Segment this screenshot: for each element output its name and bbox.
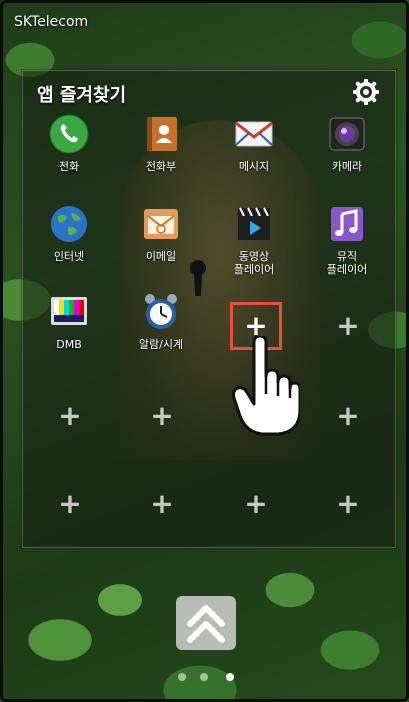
page-indicator xyxy=(178,673,248,683)
app-label: 동영상 플레이어 xyxy=(214,250,294,276)
camera-icon xyxy=(329,117,365,151)
app-email[interactable]: 이메일 xyxy=(121,204,201,284)
pointing-hand-icon xyxy=(232,336,300,436)
app-label: 전화 xyxy=(58,160,80,173)
add-slot-button[interactable]: + xyxy=(50,396,90,436)
app-dmb[interactable]: DMB xyxy=(29,292,109,372)
app-label: 알람/시계 xyxy=(138,338,184,351)
email-icon xyxy=(144,209,178,239)
app-label: 뮤직 플레이어 xyxy=(307,250,387,276)
message-icon xyxy=(235,121,273,147)
panel-title: 앱 즐겨찾기 xyxy=(37,85,127,106)
app-label: 카메라 xyxy=(331,160,363,173)
add-slot-button[interactable]: + xyxy=(50,484,90,524)
music-player-icon xyxy=(331,207,363,241)
carrier-label: SKTelecom xyxy=(14,14,89,30)
add-slot-button[interactable]: + xyxy=(142,484,182,524)
app-label: 전화부 xyxy=(145,160,177,173)
globe-icon xyxy=(51,206,87,242)
chevron-up-icon xyxy=(187,605,225,643)
app-label-line1: 뮤직 xyxy=(336,250,358,263)
tv-icon xyxy=(51,297,87,325)
app-phone[interactable]: 전화 xyxy=(29,114,109,194)
add-slot-button[interactable]: + xyxy=(142,396,182,436)
add-slot-button[interactable]: + xyxy=(236,484,276,524)
add-slot-button[interactable]: + xyxy=(328,396,368,436)
app-label: DMB xyxy=(56,338,82,351)
add-slot-button[interactable]: + xyxy=(328,484,368,524)
add-slot-button[interactable]: + xyxy=(328,306,368,346)
video-player-icon xyxy=(238,207,270,240)
app-music-player[interactable]: 뮤직 플레이어 xyxy=(307,204,387,284)
page-dot[interactable] xyxy=(178,673,186,681)
app-alarm-clock[interactable]: 알람/시계 xyxy=(121,292,201,372)
app-contacts[interactable]: 전화부 xyxy=(121,114,201,194)
contacts-icon xyxy=(147,117,177,151)
app-video-player[interactable]: 동영상 플레이어 xyxy=(214,204,294,284)
app-drawer-handle[interactable] xyxy=(176,596,236,650)
app-label: 이메일 xyxy=(145,250,177,263)
app-messages[interactable]: 메시지 xyxy=(214,114,294,194)
gear-icon[interactable] xyxy=(353,79,379,105)
alarm-clock-icon xyxy=(145,294,177,329)
app-internet[interactable]: 인터넷 xyxy=(29,204,109,284)
app-label-line2: 플레이어 xyxy=(326,263,368,276)
app-label: 인터넷 xyxy=(53,250,85,263)
app-camera[interactable]: 카메라 xyxy=(307,114,387,194)
page-dot-active[interactable] xyxy=(226,673,234,681)
app-label: 메시지 xyxy=(238,160,270,173)
page-dot[interactable] xyxy=(200,673,208,681)
app-label-line1: 동영상 xyxy=(238,250,270,263)
app-label-line2: 플레이어 xyxy=(233,263,275,276)
phone-icon xyxy=(49,114,89,154)
